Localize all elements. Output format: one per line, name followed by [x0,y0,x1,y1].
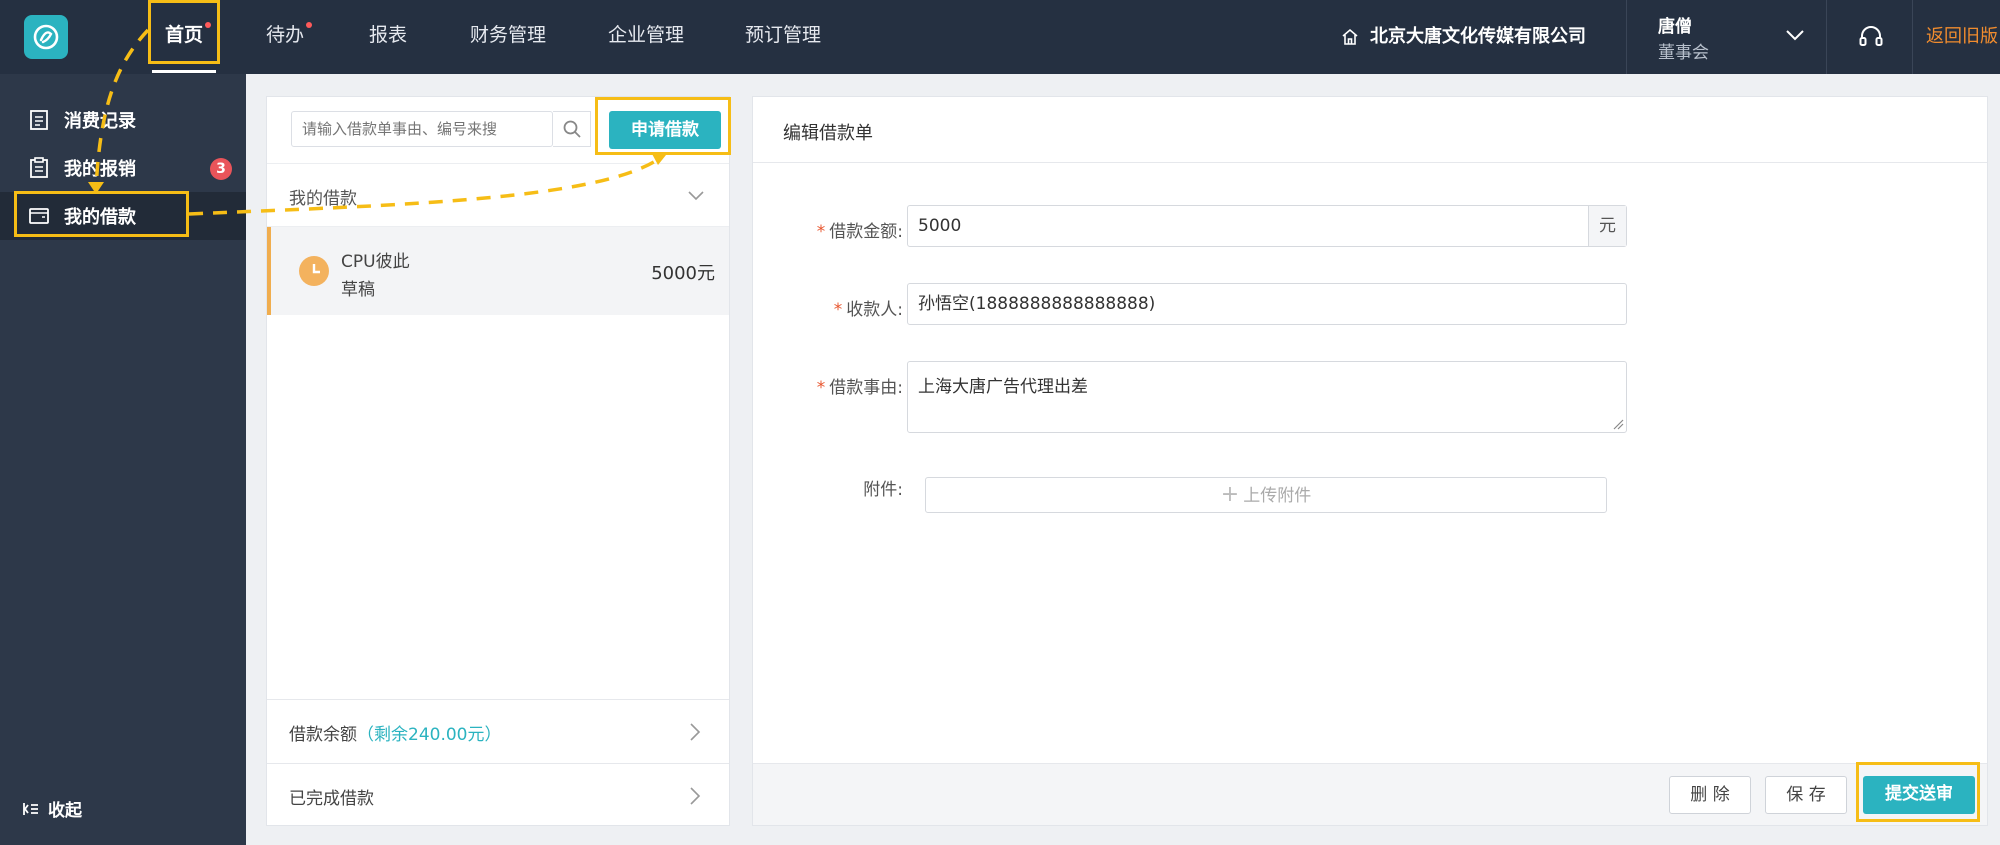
app-logo[interactable] [24,15,68,59]
sidebar-item-my-loans[interactable]: 我的借款 [0,192,246,240]
chevron-down-icon [688,191,704,201]
loan-status: 草稿 [341,280,375,300]
upload-label: 上传附件 [1243,486,1312,506]
nav-booking[interactable]: 预订管理 [745,0,821,74]
loan-edit-panel: 编辑借款单 * 借款金额: 5000 元 * 收款人: 孙悟空(1888888888… [752,96,1988,826]
nav-active-underline [152,70,216,73]
save-button[interactable]: 保 存 [1765,776,1847,814]
upload-attachment-button[interactable]: + 上传附件 [925,477,1607,513]
completed-loans-row[interactable]: 已完成借款 [267,763,729,827]
loan-balance-row[interactable]: 借款余额（剩余240.00元） [267,699,729,763]
reason-textarea[interactable]: 上海大唐广告代理出差 [907,361,1627,433]
collapse-label: 收起 [48,801,82,821]
top-navigation-bar: 首页 待办 报表 财务管理 企业管理 预订管理 北京大唐文化传媒有限公司 唐僧 … [0,0,2000,74]
sidebar-item-label: 我的报销 [64,159,136,180]
headset-icon[interactable] [1856,22,1886,52]
my-loans-section-header[interactable]: 我的借款 [267,163,729,227]
nav-todo-label: 待办 [266,24,305,46]
notification-dot [306,22,313,28]
user-role: 董事会 [1658,43,1709,63]
completed-label: 已完成借款 [289,789,374,809]
company-name: 北京大唐文化传媒有限公司 [1370,26,1586,47]
chevron-down-icon[interactable] [1782,22,1808,48]
required-mark: * [833,300,843,320]
form-footer: 删 除 保 存 提交送审 [753,763,1987,825]
chevron-right-icon [690,723,701,741]
nav-home[interactable]: 首页 [165,0,212,74]
required-mark: * [816,378,826,398]
nav-booking-label: 预订管理 [745,24,822,46]
amount-value: 5000 [918,216,962,236]
company-switcher[interactable]: 北京大唐文化传媒有限公司 [1340,0,1586,74]
chevron-right-icon [690,787,701,805]
loan-list-item[interactable]: CPU彼此 草稿 5000元 [267,227,729,315]
submit-for-review-button[interactable]: 提交送审 [1863,776,1975,814]
nav-todo[interactable]: 待办 [266,0,313,74]
loan-name: CPU彼此 [341,252,410,272]
reimbursement-count-badge: 3 [210,158,232,180]
reason-label-text: 借款事由: [829,378,903,398]
amount-label-text: 借款金额: [829,222,903,242]
payee-value: 孙悟空(1888888888888888) [918,294,1156,314]
payee-label: * 收款人: [753,295,903,320]
sidebar-item-my-reimbursements[interactable]: 我的报销 3 [0,144,246,192]
divider [1912,0,1913,74]
clipboard-icon [30,157,48,178]
reason-value: 上海大唐广告代理出差 [918,377,1088,397]
sidebar-item-label: 我的借款 [64,207,136,228]
form-header: 编辑借款单 [753,97,1987,163]
nav-enterprise[interactable]: 企业管理 [608,0,684,74]
plus-icon: + [1220,482,1240,507]
document-icon [30,110,48,130]
divider [1626,0,1627,74]
reason-label: * 借款事由: [753,373,903,398]
amount-field[interactable]: 5000 元 [907,205,1627,247]
sidebar: 消费记录 我的报销 3 我的借款 [0,74,246,845]
nav-enterprise-label: 企业管理 [608,24,685,46]
nav-home-label: 首页 [165,24,204,46]
nav-reports-label: 报表 [369,24,408,46]
amount-unit: 元 [1588,206,1626,246]
required-mark: * [816,222,826,242]
delete-button[interactable]: 删 除 [1669,776,1751,814]
sidebar-item-expense-records[interactable]: 消费记录 [0,96,246,144]
sidebar-collapse-button[interactable]: 收起 [22,796,82,821]
loan-list-panel: 申请借款 我的借款 CPU彼此 草稿 5000元 借款余额（剩余240.00元）… [266,96,730,826]
sidebar-item-label: 消费记录 [64,111,136,132]
payee-label-text: 收款人: [846,300,903,320]
attachment-label: 附件: [863,480,903,500]
nav-finance[interactable]: 财务管理 [470,0,546,74]
balance-remaining: （剩余240.00元） [357,725,502,745]
wallet-icon [29,208,49,224]
search-input[interactable] [292,112,552,146]
user-name[interactable]: 唐僧 [1658,12,1692,37]
collapse-icon [23,802,38,815]
logo-icon [33,24,59,50]
divider [1826,0,1827,74]
loan-amount: 5000元 [651,263,715,284]
resize-handle-icon[interactable] [1612,418,1624,430]
notification-dot [205,22,212,28]
payee-field[interactable]: 孙悟空(1888888888888888) [907,283,1627,325]
nav-reports[interactable]: 报表 [369,0,407,74]
apply-loan-button[interactable]: 申请借款 [609,111,721,149]
balance-label: 借款余额 [289,725,357,745]
search-box [291,111,553,147]
section-title: 我的借款 [289,189,357,209]
search-icon [563,120,581,138]
return-old-version-link[interactable]: 返回旧版 [1926,0,1998,74]
search-button[interactable] [553,111,591,147]
home-icon [1342,28,1358,45]
form-title: 编辑借款单 [783,123,873,144]
amount-label: * 借款金额: [753,217,903,242]
nav-finance-label: 财务管理 [470,24,547,46]
clock-icon [299,256,329,286]
